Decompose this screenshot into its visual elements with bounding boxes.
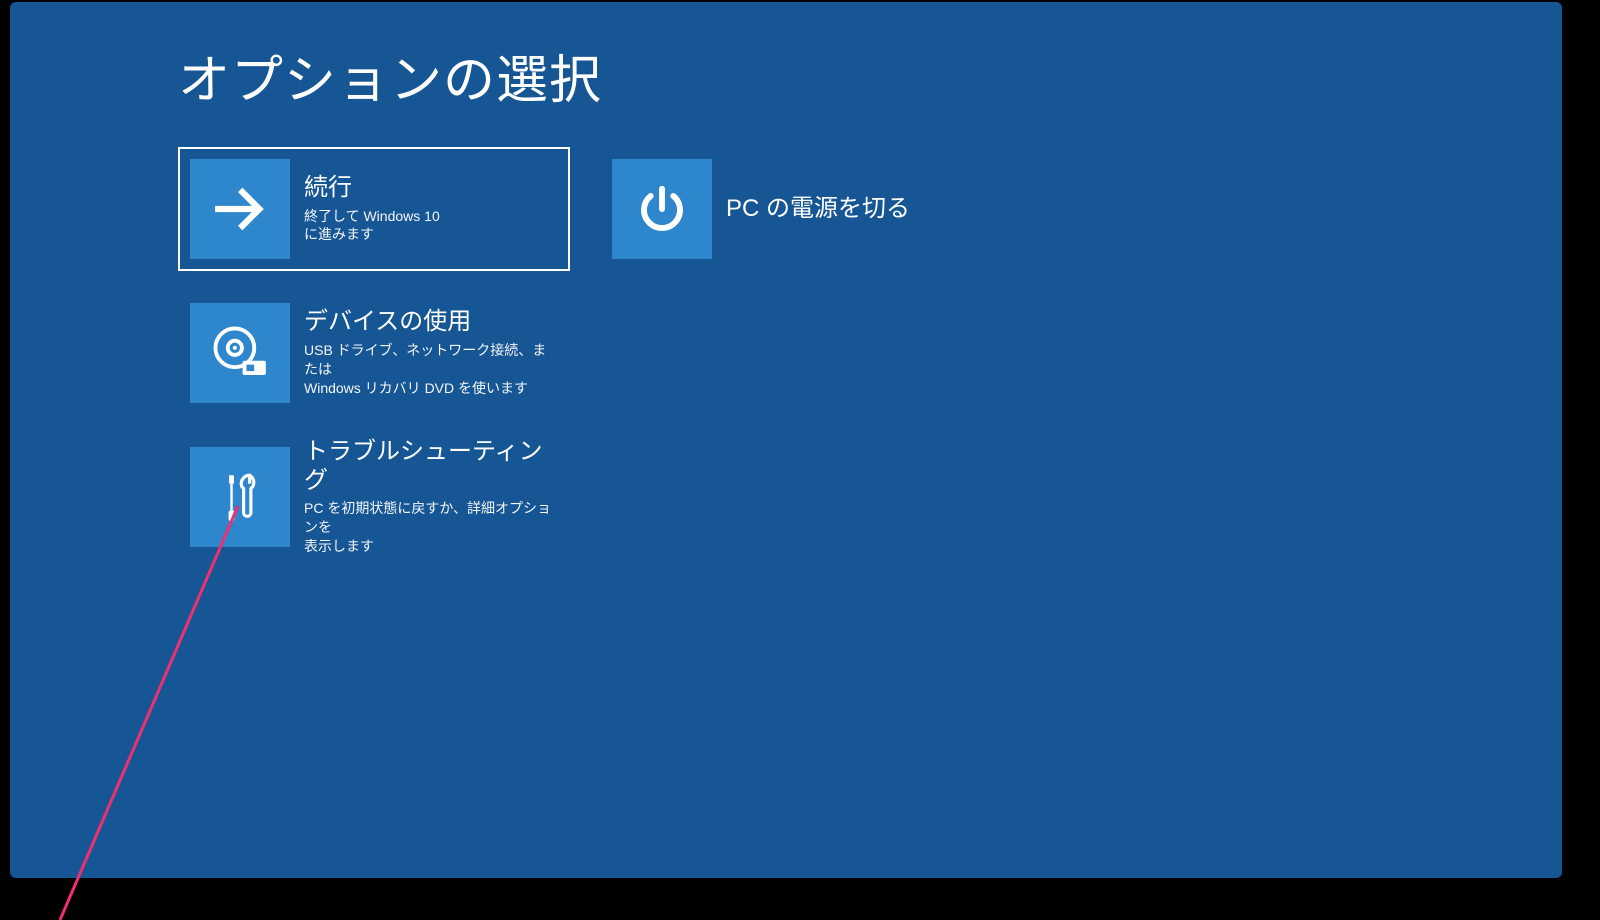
continue-tile[interactable]: 続行 終了して Windows 10 に進みます [178, 147, 570, 271]
use-device-subtitle: USB ドライブ、ネットワーク接続、または Windows リカバリ DVD を… [304, 341, 560, 398]
troubleshoot-tile[interactable]: トラブルシューティング PC を初期状態に戻すか、詳細オプションを 表示します [178, 435, 570, 559]
tools-icon [190, 447, 290, 547]
continue-title: 続行 [304, 174, 560, 203]
options-column-1: 続行 終了して Windows 10 に進みます デバイスの使用 USB ドライ… [178, 147, 570, 579]
power-off-title: PC の電源を切る [726, 195, 982, 224]
troubleshoot-text: トラブルシューティング PC を初期状態に戻すか、詳細オプションを 表示します [304, 438, 570, 556]
power-off-tile[interactable]: PC の電源を切る [600, 147, 992, 271]
continue-text: 続行 終了して Windows 10 に進みます [304, 174, 570, 245]
page-title: オプションの選択 [178, 38, 602, 113]
troubleshoot-subtitle: PC を初期状態に戻すか、詳細オプションを 表示します [304, 499, 560, 556]
options-column-2: PC の電源を切る [600, 147, 992, 291]
use-device-tile[interactable]: デバイスの使用 USB ドライブ、ネットワーク接続、または Windows リカ… [178, 291, 570, 415]
power-off-text: PC の電源を切る [726, 195, 992, 224]
use-device-title: デバイスの使用 [304, 308, 560, 337]
disc-usb-icon [190, 303, 290, 403]
continue-subtitle: 終了して Windows 10 に進みます [304, 207, 560, 245]
arrow-right-icon [190, 159, 290, 259]
use-device-text: デバイスの使用 USB ドライブ、ネットワーク接続、または Windows リカ… [304, 308, 570, 397]
power-icon [612, 159, 712, 259]
recovery-options-screen: オプションの選択 続行 終了して Windows 10 に進みます [10, 2, 1562, 878]
troubleshoot-title: トラブルシューティング [304, 438, 560, 496]
